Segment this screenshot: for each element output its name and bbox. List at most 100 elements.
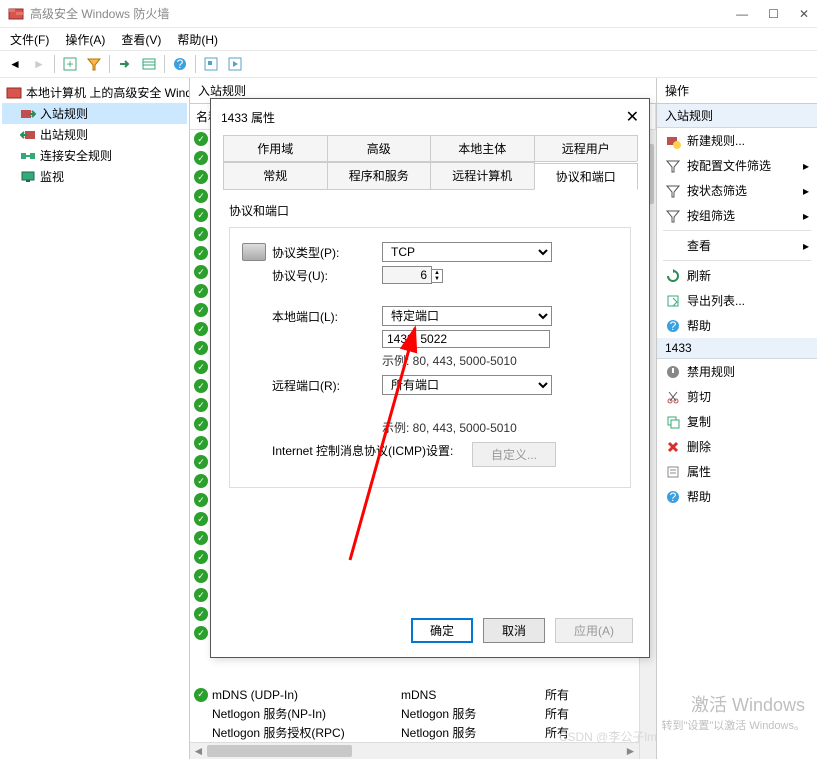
enabled-icon: ✓ <box>194 550 208 564</box>
action-help2[interactable]: ?帮助 <box>657 484 817 509</box>
dialog-title-text: 1433 属性 <box>221 109 275 126</box>
tree-connection-security[interactable]: 连接安全规则 <box>2 145 187 166</box>
local-port-input[interactable] <box>382 330 550 348</box>
help-icon: ? <box>665 489 681 505</box>
dialog-tabs-row2: 常规 程序和服务 远程计算机 协议和端口 <box>223 162 637 190</box>
protocol-type-select[interactable]: TCP <box>382 242 552 262</box>
tab-protocol-port[interactable]: 协议和端口 <box>534 163 639 190</box>
enabled-icon: ✓ <box>194 436 208 450</box>
toolbar-list-icon[interactable] <box>138 53 160 75</box>
action-filter-profile[interactable]: 按配置文件筛选▸ <box>657 153 817 178</box>
actions-section-inbound: 入站规则 <box>657 104 817 128</box>
table-row[interactable]: Netlogon 服务(NP-In) Netlogon 服务 所有 <box>190 704 639 723</box>
enabled-icon: ✓ <box>194 512 208 526</box>
chevron-right-icon: ▸ <box>803 184 809 198</box>
toolbar-forward-arrow-icon[interactable] <box>114 53 136 75</box>
customize-button: 自定义... <box>472 442 556 467</box>
action-properties[interactable]: 属性 <box>657 459 817 484</box>
back-button[interactable]: ◄ <box>4 53 26 75</box>
tab-advanced[interactable]: 高级 <box>327 135 432 161</box>
filter-icon <box>665 208 681 224</box>
enabled-icon: ✓ <box>194 227 208 241</box>
action-disable-rule[interactable]: 禁用规则 <box>657 359 817 384</box>
enabled-icon: ✓ <box>194 588 208 602</box>
apply-button: 应用(A) <box>555 618 633 643</box>
refresh-icon <box>665 268 681 284</box>
actions-header: 操作 <box>657 78 817 104</box>
action-copy[interactable]: 复制 <box>657 409 817 434</box>
menu-action[interactable]: 操作(A) <box>59 29 111 50</box>
tree-inbound-rules[interactable]: 入站规则 <box>2 103 187 124</box>
copy-icon <box>665 414 681 430</box>
toolbar-filter-icon[interactable] <box>83 53 105 75</box>
menu-help[interactable]: 帮助(H) <box>171 29 224 50</box>
forward-button[interactable]: ► <box>28 53 50 75</box>
toolbar: ◄ ► + ? <box>0 50 817 78</box>
enabled-icon: ✓ <box>194 379 208 393</box>
dialog-tabs-row1: 作用域 高级 本地主体 远程用户 <box>223 135 637 162</box>
local-port-select[interactable]: 特定端口 <box>382 306 552 326</box>
protocol-num-label: 协议号(U): <box>272 267 382 284</box>
cancel-button[interactable]: 取消 <box>483 618 545 643</box>
chevron-right-icon: ▸ <box>803 209 809 223</box>
menu-view[interactable]: 查看(V) <box>115 29 167 50</box>
tab-general[interactable]: 常规 <box>223 162 328 189</box>
dialog-close-button[interactable]: ✕ <box>626 107 639 127</box>
enabled-icon: ✓ <box>194 322 208 336</box>
enabled-icon: ✓ <box>194 170 208 184</box>
tab-remote-computer[interactable]: 远程计算机 <box>430 162 535 189</box>
toolbar-box1-icon[interactable] <box>200 53 222 75</box>
action-cut[interactable]: 剪切 <box>657 384 817 409</box>
table-row[interactable]: Netlogon 服务授权(RPC) Netlogon 服务 所有 <box>190 723 639 742</box>
table-row[interactable]: ✓mDNS (UDP-In) mDNS 所有 <box>190 685 639 704</box>
properties-dialog: 1433 属性 ✕ 作用域 高级 本地主体 远程用户 常规 程序和服务 远程计算… <box>210 98 650 658</box>
export-icon <box>665 293 681 309</box>
ok-button[interactable]: 确定 <box>411 618 473 643</box>
action-filter-group[interactable]: 按组筛选▸ <box>657 203 817 228</box>
tab-remote-user[interactable]: 远程用户 <box>534 135 639 161</box>
firewall-icon <box>6 85 22 101</box>
inbound-icon <box>20 106 36 122</box>
remote-port-select[interactable]: 所有端口 <box>382 375 552 395</box>
action-export[interactable]: 导出列表... <box>657 288 817 313</box>
action-refresh[interactable]: 刷新 <box>657 263 817 288</box>
maximize-button[interactable]: ☐ <box>768 7 779 21</box>
enabled-icon: ✓ <box>194 189 208 203</box>
action-view[interactable]: 查看▸ <box>657 233 817 258</box>
toolbar-add-icon[interactable]: + <box>59 53 81 75</box>
tree-root[interactable]: 本地计算机 上的高级安全 Wind <box>2 82 187 103</box>
toolbar-play-icon[interactable] <box>224 53 246 75</box>
actions-section-rule: 1433 <box>657 338 817 359</box>
svg-text:?: ? <box>670 490 677 504</box>
tree-outbound-rules[interactable]: 出站规则 <box>2 124 187 145</box>
filter-icon <box>665 183 681 199</box>
close-button[interactable]: ✕ <box>799 7 809 21</box>
connection-icon <box>20 148 36 164</box>
enabled-icon: ✓ <box>194 688 208 702</box>
enabled-icon: ✓ <box>194 246 208 260</box>
tree-monitoring[interactable]: 监视 <box>2 166 187 187</box>
tab-local-principal[interactable]: 本地主体 <box>430 135 535 161</box>
action-new-rule[interactable]: 新建规则... <box>657 128 817 153</box>
toolbar-help-icon[interactable]: ? <box>169 53 191 75</box>
group-label: 协议和端口 <box>229 202 631 219</box>
svg-text:?: ? <box>670 319 677 333</box>
action-delete[interactable]: 删除 <box>657 434 817 459</box>
horizontal-scrollbar[interactable]: ◄ ► <box>190 742 639 759</box>
enabled-icon: ✓ <box>194 132 208 146</box>
enabled-icon: ✓ <box>194 398 208 412</box>
action-filter-state[interactable]: 按状态筛选▸ <box>657 178 817 203</box>
cut-icon <box>665 389 681 405</box>
firewall-icon <box>8 6 24 22</box>
delete-icon <box>665 439 681 455</box>
spinner-down[interactable]: ▼ <box>432 276 442 282</box>
enabled-icon: ✓ <box>194 151 208 165</box>
enabled-icon: ✓ <box>194 569 208 583</box>
menu-file[interactable]: 文件(F) <box>4 29 55 50</box>
action-help[interactable]: ?帮助 <box>657 313 817 338</box>
tab-scope[interactable]: 作用域 <box>223 135 328 161</box>
minimize-button[interactable]: — <box>736 7 748 21</box>
nav-tree: 本地计算机 上的高级安全 Wind 入站规则 出站规则 连接安全规则 监视 <box>0 78 190 759</box>
enabled-icon: ✓ <box>194 265 208 279</box>
tab-programs[interactable]: 程序和服务 <box>327 162 432 189</box>
